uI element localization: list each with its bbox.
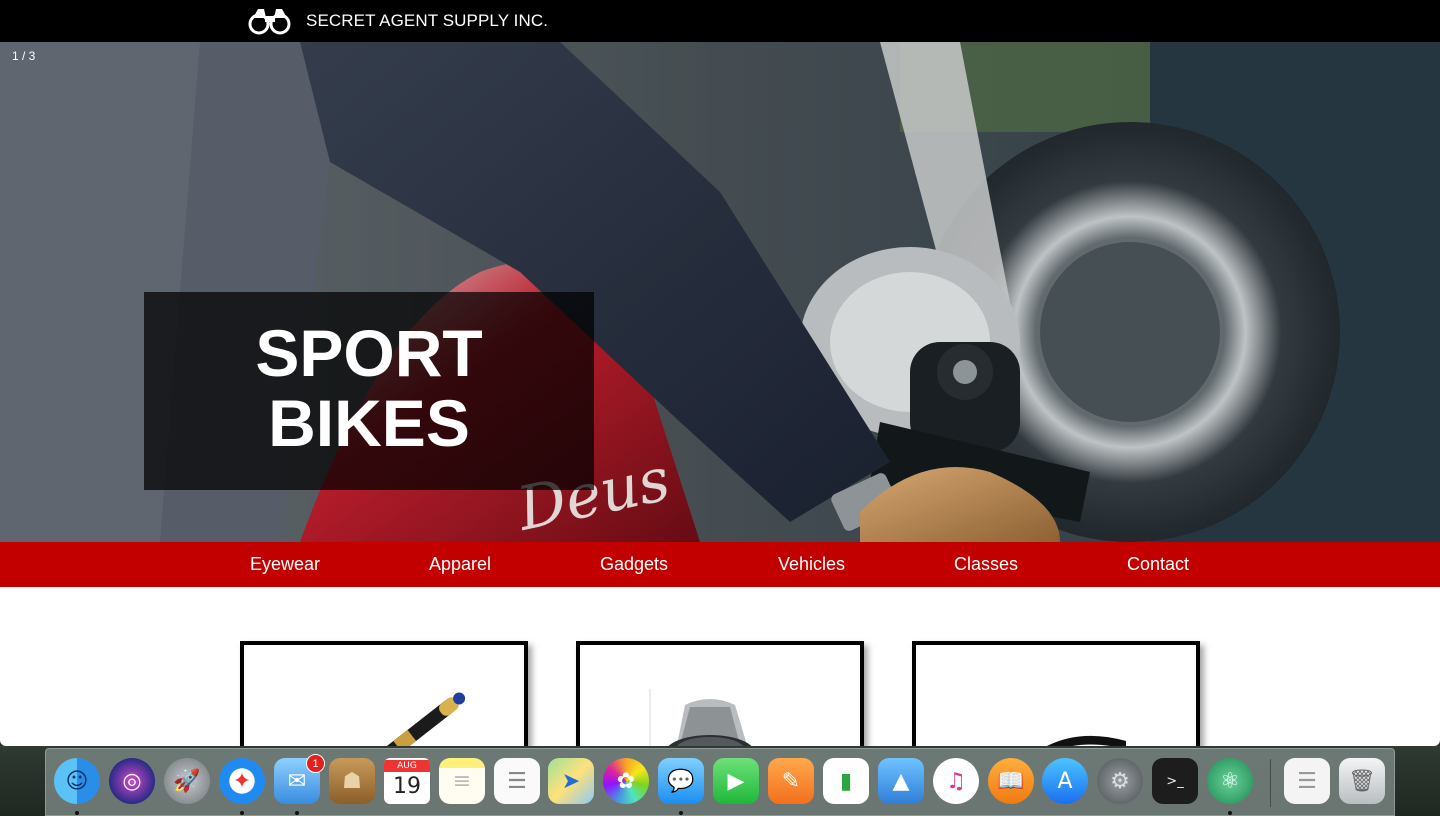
hero-caption-line: SPORT [255, 316, 483, 390]
dock-separator [1270, 759, 1271, 807]
binoculars-icon [248, 9, 291, 35]
maps-icon[interactable]: ➤ [548, 758, 594, 804]
nav-item-gadgets[interactable]: Gadgets [600, 554, 668, 575]
running-indicator [1228, 811, 1232, 815]
running-indicator [295, 811, 299, 815]
running-indicator [240, 811, 244, 815]
photos-icon[interactable]: ✿ [603, 758, 649, 804]
nav-item-vehicles[interactable]: Vehicles [778, 554, 845, 575]
documents-stack-icon[interactable]: ☰ [1284, 758, 1330, 804]
notification-badge: 1 [306, 754, 325, 773]
contacts-icon[interactable]: ☗ [329, 758, 375, 804]
product-card-pen[interactable] [240, 641, 528, 746]
watch-image [649, 689, 752, 746]
trash-icon[interactable]: 🗑 [1339, 758, 1385, 804]
facetime-icon[interactable]: ▶ [713, 758, 759, 804]
brand-name: SECRET AGENT SUPPLY INC. [306, 11, 549, 30]
browser-viewport: SECRET AGENT SUPPLY INC. Deus 1 / 3 SPOR… [0, 0, 1440, 746]
nav-item-eyewear[interactable]: Eyewear [250, 554, 320, 575]
itunes-icon[interactable]: ♫ [933, 758, 979, 804]
nav-item-apparel[interactable]: Apparel [429, 554, 491, 575]
brand-link[interactable]: SECRET AGENT SUPPLY INC. [248, 6, 548, 36]
siri-icon[interactable]: ◎ [109, 758, 155, 804]
hero-caption-line: BIKES [268, 386, 470, 460]
pages-icon[interactable]: ✎ [768, 758, 814, 804]
product-card-glasses[interactable] [912, 641, 1200, 746]
hero-caption: SPORT BIKES [144, 292, 594, 490]
messages-icon[interactable]: 💬 [658, 758, 704, 804]
pen-image [363, 692, 466, 746]
keynote-icon[interactable]: ▲ [878, 758, 924, 804]
main-nav: Eyewear Apparel Gadgets Vehicles Classes… [0, 542, 1440, 587]
reminders-icon[interactable]: ☰ [494, 758, 540, 804]
calendar-day: 19 [393, 774, 421, 799]
dock: ☺ ◎ 🚀 ✦ ✉ 1 ☗ AUG 19 ≡ ☰ ➤ ✿ 💬 ▶ ✎ ▮ ▲ ♫ 📖 A ⚙ >_ ⚛ ☰ 🗑 [45, 748, 1395, 816]
terminal-icon[interactable]: >_ [1152, 758, 1198, 804]
system-preferences-icon[interactable]: ⚙ [1097, 758, 1143, 804]
ibooks-icon[interactable]: 📖 [988, 758, 1034, 804]
hero-slideshow[interactable]: Deus 1 / 3 SPORT BIKES [0, 42, 1440, 542]
running-indicator [75, 811, 79, 815]
nav-item-classes[interactable]: Classes [954, 554, 1018, 575]
slide-counter: 1 / 3 [12, 49, 36, 63]
calendar-month: AUG [384, 760, 430, 772]
numbers-icon[interactable]: ▮ [823, 758, 869, 804]
atom-icon[interactable]: ⚛ [1207, 758, 1253, 804]
launchpad-icon[interactable]: 🚀 [164, 758, 210, 804]
calendar-icon[interactable]: AUG 19 [384, 758, 430, 804]
nav-item-contact[interactable]: Contact [1127, 554, 1189, 575]
site-header: SECRET AGENT SUPPLY INC. [0, 0, 1440, 42]
glasses-image [1046, 735, 1126, 746]
product-card-watch[interactable] [576, 641, 864, 746]
app-store-icon[interactable]: A [1042, 758, 1088, 804]
finder-icon[interactable]: ☺ [54, 758, 100, 804]
notes-icon[interactable]: ≡ [439, 758, 485, 804]
safari-icon[interactable]: ✦ [219, 758, 265, 804]
running-indicator [679, 811, 683, 815]
